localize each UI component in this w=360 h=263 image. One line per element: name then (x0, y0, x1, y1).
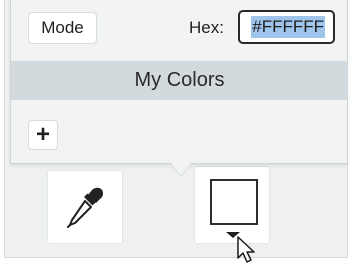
eyedropper-button[interactable] (47, 170, 123, 244)
my-colors-header: My Colors (11, 61, 348, 100)
color-swatch-button[interactable] (194, 166, 270, 244)
hex-value: #FFFFFF (251, 16, 325, 38)
current-color-swatch (210, 179, 258, 225)
eyedropper-icon (67, 187, 104, 228)
hex-label: Hex: (189, 18, 224, 37)
chevron-down-icon[interactable] (226, 232, 240, 238)
hex-input[interactable]: #FFFFFF (238, 10, 335, 44)
color-picker-popover: Mode Hex: #FFFFFF My Colors + (10, 0, 348, 164)
mode-button[interactable]: Mode (28, 12, 97, 44)
add-color-button[interactable]: + (28, 120, 58, 150)
stage: Mode Hex: #FFFFFF My Colors + (0, 0, 360, 263)
popover-arrow (171, 163, 191, 176)
